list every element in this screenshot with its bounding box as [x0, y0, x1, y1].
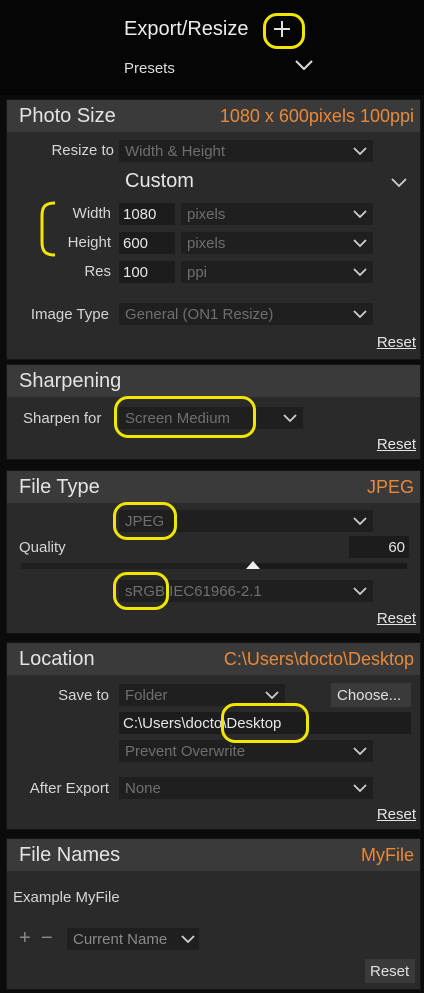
height-unit-dropdown[interactable]: pixels	[181, 232, 373, 254]
file-type-panel: File Type JPEG JPEG Quality 60 sRGB IEC6…	[6, 470, 421, 634]
export-resize-header: Export/Resize Presets	[0, 0, 424, 95]
highlight-plus-annotation	[263, 13, 305, 49]
header-title: Export/Resize	[124, 18, 249, 40]
photo-size-reset-link[interactable]: Reset	[377, 334, 416, 351]
chevron-down-icon	[353, 744, 367, 758]
chevron-down-icon	[353, 307, 367, 321]
photo-size-panel: Photo Size 1080 x 600pixels 100ppi Resiz…	[6, 99, 421, 360]
location-summary: C:\Users\docto\Desktop	[223, 649, 414, 669]
highlight-desktop-annotation	[221, 703, 309, 743]
after-export-label: After Export	[29, 780, 109, 797]
highlight-jpeg-annotation	[113, 502, 177, 540]
chevron-down-icon[interactable]	[391, 176, 407, 188]
chevron-down-icon	[265, 688, 279, 702]
res-label: Res	[84, 263, 111, 280]
resize-to-dropdown[interactable]: Width & Height	[119, 140, 373, 162]
file-type-title: File Type	[19, 476, 100, 498]
width-height-bracket-annotation	[38, 200, 58, 258]
chevron-down-icon	[353, 207, 367, 221]
file-names-title: File Names	[19, 844, 121, 866]
chevron-down-icon	[353, 265, 367, 279]
chevron-down-icon	[353, 584, 367, 598]
file-names-summary: MyFile	[361, 845, 414, 865]
location-reset-link[interactable]: Reset	[377, 806, 416, 823]
name-token-dropdown[interactable]: Current Name	[67, 928, 199, 950]
file-type-header[interactable]: File Type JPEG	[7, 471, 420, 503]
file-names-header[interactable]: File Names MyFile	[7, 839, 420, 871]
quality-slider-fill	[21, 563, 253, 569]
height-input[interactable]: 600	[119, 232, 175, 254]
photo-size-summary: 1080 x 600pixels 100ppi	[219, 106, 414, 126]
location-header[interactable]: Location C:\Users\docto\Desktop	[7, 643, 420, 675]
overwrite-dropdown[interactable]: Prevent Overwrite	[119, 740, 373, 762]
quality-slider-thumb[interactable]	[245, 557, 260, 569]
image-type-dropdown[interactable]: General (ON1 Resize)	[119, 303, 373, 325]
quality-label: Quality	[19, 539, 66, 556]
file-names-panel: File Names MyFile Example MyFile + − Cur…	[6, 838, 421, 990]
sharpening-reset-link[interactable]: Reset	[377, 436, 416, 453]
resize-to-label: Resize to	[51, 142, 114, 159]
chevron-down-icon	[353, 514, 367, 528]
chevron-down-icon	[353, 236, 367, 250]
sharpening-header[interactable]: Sharpening	[7, 365, 420, 397]
file-type-summary: JPEG	[366, 477, 414, 497]
choose-folder-button[interactable]: Choose...	[331, 683, 411, 707]
chevron-down-icon	[283, 411, 297, 425]
location-panel: Location C:\Users\docto\Desktop Save to …	[6, 642, 421, 830]
width-input[interactable]: 1080	[119, 203, 175, 225]
file-type-reset-link[interactable]: Reset	[377, 610, 416, 627]
width-label: Width	[72, 205, 111, 222]
save-to-label: Save to	[58, 687, 109, 704]
sharpen-for-label: Sharpen for	[23, 410, 102, 427]
chevron-down-icon	[353, 781, 367, 795]
presets-label: Presets	[124, 60, 175, 77]
height-label: Height	[67, 234, 111, 251]
photo-size-title: Photo Size	[19, 105, 116, 127]
width-unit-dropdown[interactable]: pixels	[181, 203, 373, 225]
highlight-sharpen-annotation	[114, 396, 256, 438]
res-input[interactable]: 100	[119, 261, 175, 283]
preset-custom-label: Custom	[125, 170, 194, 192]
chevron-down-icon	[353, 144, 367, 158]
highlight-srgb-annotation	[113, 572, 169, 610]
photo-size-header[interactable]: Photo Size 1080 x 600pixels 100ppi	[7, 100, 420, 132]
location-title: Location	[19, 648, 95, 670]
chevron-down-icon	[181, 932, 195, 946]
quality-slider-track[interactable]	[21, 563, 407, 569]
add-token-button[interactable]: +	[19, 927, 31, 950]
chevron-down-icon[interactable]	[294, 58, 314, 72]
sharpening-title: Sharpening	[19, 370, 122, 392]
example-filename: Example MyFile	[13, 889, 120, 906]
after-export-dropdown[interactable]: None	[119, 777, 373, 799]
remove-token-button[interactable]: −	[41, 927, 53, 950]
image-type-label: Image Type	[30, 306, 109, 323]
res-unit-dropdown[interactable]: ppi	[181, 261, 373, 283]
file-names-reset-button[interactable]: Reset	[365, 959, 415, 983]
quality-value-input[interactable]: 60	[349, 536, 409, 558]
